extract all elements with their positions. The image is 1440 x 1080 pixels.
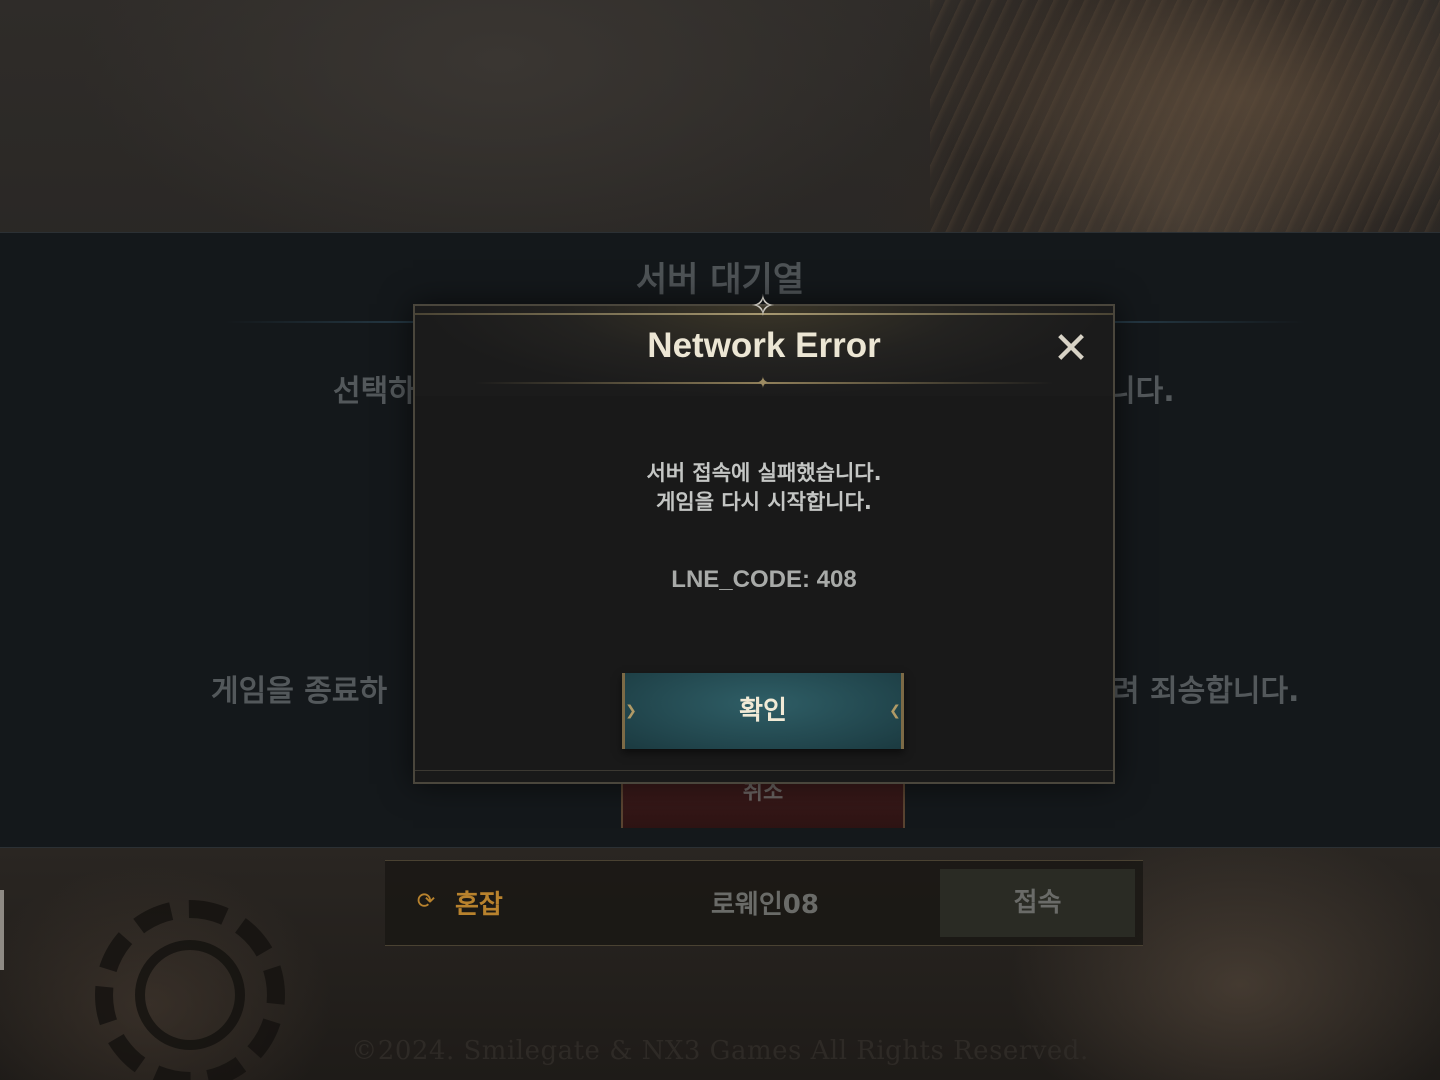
left-edge-decoration (0, 890, 4, 970)
connect-button[interactable]: 접속 (940, 869, 1135, 937)
divider-ornament-icon: ✦ (756, 373, 770, 392)
game-screen: 서버 대기열 선택하 니다. 게임을 종료하 려 죄송합니다. 취소 ⟳ 혼잡 … (0, 0, 1440, 1080)
gear-decoration-inner (135, 940, 245, 1050)
queue-text-right-2: 려 죄송합니다. (1112, 674, 1300, 709)
dialog-bottom-border (415, 770, 1113, 771)
queue-text-right-1: 니다. (1108, 374, 1175, 409)
server-status-label: 혼잡 (455, 890, 503, 920)
close-icon[interactable]: ✕ (1049, 327, 1093, 371)
dialog-title: Network Error (647, 326, 881, 365)
cancel-button[interactable]: 취소 (621, 782, 905, 828)
dialog-message-line-1: 서버 접속에 실패했습니다. (646, 461, 882, 485)
queue-title: 서버 대기열 (635, 260, 805, 300)
copyright-text: ©2024. Smilegate & NX3 Games All Rights … (351, 1036, 1089, 1066)
button-notch-left-icon: ❯ (625, 703, 637, 719)
server-name[interactable]: 로웨인08 (640, 884, 890, 921)
button-notch-right-icon: ❮ (889, 703, 901, 719)
dialog-message-line-2: 게임을 다시 시작합니다. (656, 490, 872, 514)
compass-star-icon: ✧ (750, 289, 776, 324)
refresh-icon: ⟳ (416, 889, 436, 914)
queue-text-left-2: 게임을 종료하 (211, 674, 388, 709)
confirm-button[interactable]: 확인 (622, 673, 904, 749)
error-code: LNE_CODE: 408 (671, 566, 857, 593)
background-art-character (930, 0, 1440, 240)
queue-text-left-1: 선택하 (333, 374, 416, 409)
